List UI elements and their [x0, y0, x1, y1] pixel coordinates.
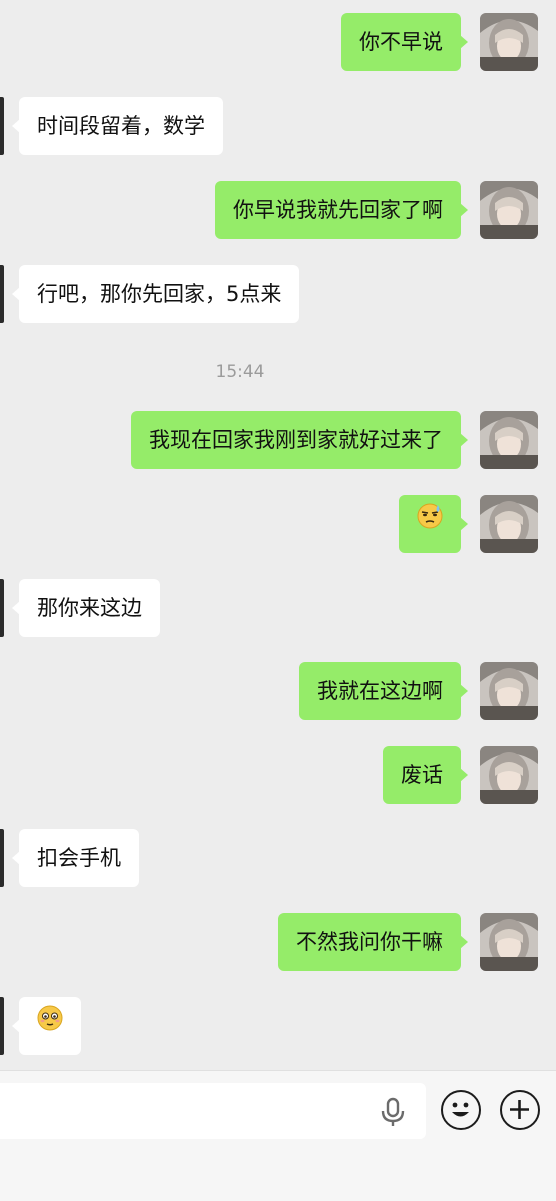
- message-row: 时间段留着，数学: [0, 97, 556, 155]
- outgoing-message-bubble[interactable]: 不然我问你干嘛: [278, 913, 468, 971]
- message-text: 不然我问你干嘛: [296, 930, 443, 954]
- input-bar: [0, 1070, 556, 1201]
- message-input[interactable]: [0, 1083, 426, 1139]
- message-text: 我就在这边啊: [317, 679, 443, 703]
- avatar[interactable]: [480, 181, 538, 239]
- message-row: 我就在这边啊: [0, 662, 556, 720]
- microphone-icon[interactable]: [380, 1097, 406, 1131]
- outgoing-message-bubble[interactable]: 你不早说: [341, 13, 468, 71]
- incoming-message-bubble[interactable]: 扣会手机: [12, 829, 139, 887]
- outgoing-message-bubble[interactable]: 我就在这边啊: [299, 662, 468, 720]
- incoming-message-bubble[interactable]: [12, 996, 81, 1055]
- timestamp: 15:44: [215, 362, 265, 382]
- avatar[interactable]: [480, 913, 538, 971]
- message-row: [0, 495, 556, 553]
- avatar[interactable]: [480, 13, 538, 71]
- message-text: 我现在回家我刚到家就好过来了: [149, 428, 443, 452]
- more-button[interactable]: [500, 1090, 540, 1130]
- message-row: 你不早说: [0, 13, 556, 71]
- incoming-message-bubble[interactable]: 行吧，那你先回家，5点来: [11, 265, 300, 323]
- chat-area[interactable]: 你不早说时间段留着，数学你早说我就先回家了啊行吧，那你先回家，5点来 15:44 我…: [0, 0, 556, 1070]
- sweat-smile-emoji: [416, 494, 444, 552]
- outgoing-message-bubble[interactable]: 我现在回家我刚到家就好过来了: [131, 411, 468, 469]
- emoji-button[interactable]: [441, 1090, 481, 1130]
- outgoing-message-bubble[interactable]: 你早说我就先回家了啊: [215, 181, 468, 239]
- avatar[interactable]: [480, 411, 538, 469]
- message-text: 废话: [401, 763, 443, 787]
- peer-avatar[interactable]: [0, 829, 4, 887]
- peer-avatar[interactable]: [0, 97, 4, 155]
- incoming-message-bubble[interactable]: 那你来这边: [12, 579, 160, 637]
- incoming-message-bubble[interactable]: 时间段留着，数学: [12, 97, 223, 155]
- peer-avatar[interactable]: [0, 579, 4, 637]
- message-text: 你早说我就先回家了啊: [233, 198, 443, 222]
- message-text: 行吧，那你先回家，5点来: [37, 282, 282, 306]
- smiley-face-icon: [452, 1102, 469, 1117]
- message-row: 行吧，那你先回家，5点来: [0, 265, 556, 323]
- message-text: 你不早说: [359, 30, 443, 54]
- message-row: 那你来这边: [0, 579, 556, 637]
- message-text: 那你来这边: [37, 596, 142, 620]
- avatar[interactable]: [480, 662, 538, 720]
- peer-avatar[interactable]: [0, 265, 4, 323]
- message-row: 扣会手机: [0, 829, 556, 887]
- outgoing-message-bubble[interactable]: [399, 494, 468, 553]
- outgoing-message-bubble[interactable]: 废话: [383, 746, 468, 804]
- message-row: [0, 997, 556, 1055]
- message-row: 不然我问你干嘛: [0, 913, 556, 971]
- plus-circle-icon: [510, 1100, 529, 1119]
- message-row: 废话: [0, 746, 556, 804]
- avatar[interactable]: [480, 495, 538, 553]
- message-row: 你早说我就先回家了啊: [0, 181, 556, 239]
- message-text: 时间段留着，数学: [37, 114, 205, 138]
- message-row: 我现在回家我刚到家就好过来了: [0, 411, 556, 469]
- avatar[interactable]: [480, 746, 538, 804]
- flushed-face-emoji: [36, 996, 64, 1054]
- peer-avatar[interactable]: [0, 997, 4, 1055]
- message-text: 扣会手机: [37, 846, 121, 870]
